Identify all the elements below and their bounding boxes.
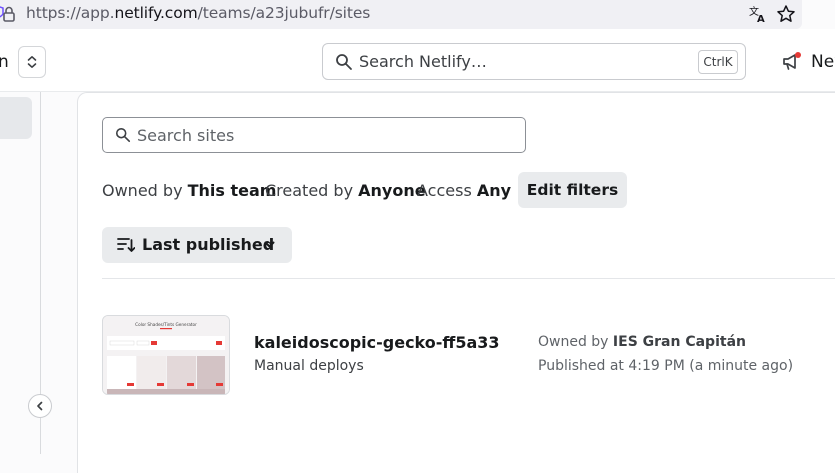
megaphone-icon[interactable] <box>782 52 804 72</box>
url-text[interactable]: https://app.netlify.com/teams/a23jubufr/… <box>26 4 370 22</box>
collapse-sidebar-button[interactable] <box>28 394 52 418</box>
site-deploy-type: Manual deploys <box>254 358 364 374</box>
search-netlify-input[interactable]: Search Netlify… CtrlK <box>322 43 746 80</box>
sort-label: Last published <box>142 235 275 254</box>
svg-text:A: A <box>757 14 765 24</box>
site-preview-image: Color Shades/Tints Generator <box>103 316 229 394</box>
site-thumbnail[interactable]: Color Shades/Tints Generator <box>102 315 230 395</box>
team-name[interactable]: n <box>0 52 9 72</box>
divider <box>102 278 835 279</box>
sidebar-item-active[interactable] <box>0 97 32 139</box>
news-label[interactable]: New <box>811 52 835 72</box>
chevron-updown-icon <box>27 56 37 68</box>
filter-created-by[interactable]: Created by Anyone <box>265 181 426 200</box>
site-name-link[interactable]: kaleidoscopic-gecko-ff5a33 <box>254 333 500 352</box>
browser-url-bar[interactable]: https://app.netlify.com/teams/a23jubufr/… <box>0 0 802 29</box>
search-sites-placeholder: Search sites <box>137 126 235 145</box>
lock-icon[interactable] <box>0 5 18 23</box>
keyboard-shortcut-badge: CtrlK <box>698 50 738 74</box>
chevron-left-icon <box>37 401 43 411</box>
search-netlify-placeholder: Search Netlify… <box>359 52 487 71</box>
edit-filters-button[interactable]: Edit filters <box>518 172 627 208</box>
filter-access[interactable]: Access Any <box>417 181 511 200</box>
search-icon <box>336 54 352 70</box>
translate-icon[interactable]: 文 A <box>748 4 768 24</box>
site-published-time: Published at 4:19 PM (a minute ago) <box>538 358 794 374</box>
team-switcher-button[interactable] <box>18 46 46 78</box>
filter-owned-by[interactable]: Owned by This team <box>102 181 276 200</box>
sort-dropdown-button[interactable]: Last published <box>102 227 292 263</box>
search-sites-input[interactable]: Search sites <box>102 117 526 153</box>
thumbnail-title: Color Shades/Tints Generator <box>135 322 197 327</box>
star-icon[interactable] <box>776 4 796 24</box>
chevron-down-icon <box>264 241 275 248</box>
search-icon <box>115 127 131 143</box>
site-owner: Owned by IES Gran Capitán <box>538 334 746 350</box>
sort-descending-icon <box>117 238 135 252</box>
